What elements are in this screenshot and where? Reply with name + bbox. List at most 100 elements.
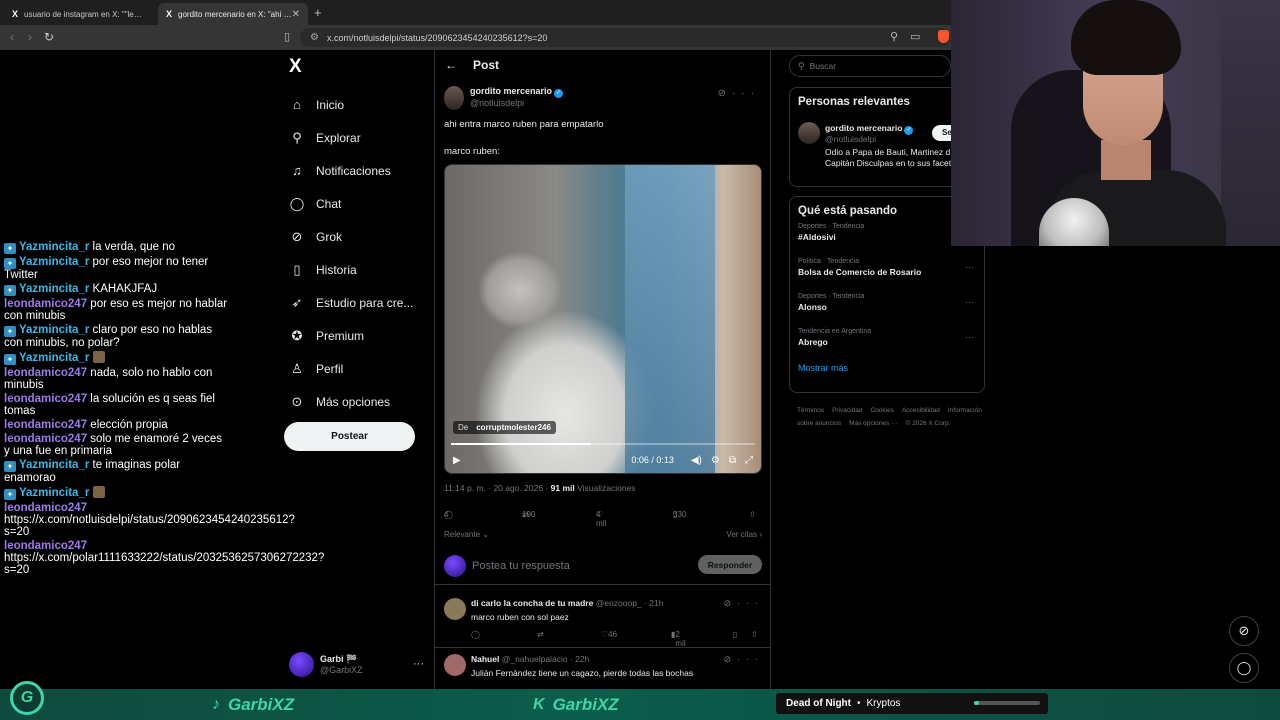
more-icon[interactable]: ···	[737, 598, 764, 608]
avatar[interactable]	[444, 654, 466, 676]
forward-icon[interactable]: ›	[28, 30, 32, 44]
sort-dropdown[interactable]: Relevante ⌄	[444, 530, 489, 539]
back-arrow-icon[interactable]: ←	[445, 58, 457, 72]
sidebar-item-bookmark[interactable]: ▯ Historia	[289, 253, 413, 286]
sidebar-item-home[interactable]: ⌂ Inicio	[289, 88, 413, 121]
messages-fab-icon[interactable]: ◯	[1229, 653, 1259, 683]
more-icon[interactable]: ···	[413, 658, 424, 670]
brave-shield-icon[interactable]	[938, 30, 949, 43]
more-icon[interactable]: ···	[965, 262, 974, 272]
person-name[interactable]: gordito mercenario	[825, 123, 902, 133]
more-icon[interactable]: ···	[732, 88, 760, 99]
bookmark-icon[interactable]: ▯	[284, 30, 290, 43]
chat-username[interactable]: Yazmincita_r	[19, 459, 89, 471]
sidebar-item-premium[interactable]: ✪ Premium	[289, 319, 413, 352]
chat-username[interactable]: leondamico247	[4, 540, 87, 552]
sidebar-item-rocket[interactable]: ➶ Estudio para cre...	[289, 286, 414, 319]
settings-icon[interactable]: ⚙	[711, 455, 720, 466]
sidebar-item-bell[interactable]: ♫ Notificaciones	[289, 154, 413, 187]
zoom-icon[interactable]: ⚲	[890, 30, 898, 43]
play-icon[interactable]: ▶	[453, 455, 461, 466]
video-progress[interactable]	[451, 443, 755, 445]
view-quotes-link[interactable]: Ver citas ›	[726, 530, 762, 539]
post-button[interactable]: Postear	[284, 422, 415, 451]
chat-username[interactable]: leondamico247	[4, 393, 87, 405]
reply-submit-button[interactable]: Responder	[698, 555, 762, 574]
trend-item[interactable]: Tendencia en Argentina Abrego ···	[790, 326, 984, 361]
reply-author[interactable]: Nahuel	[471, 654, 499, 664]
footer-link[interactable]: Cookies	[870, 407, 893, 414]
repost-icon[interactable]: ⇄	[537, 630, 544, 639]
account-switcher[interactable]: Garbi 🏁 @GarbiXZ	[289, 652, 363, 677]
footer-link[interactable]: © 2026 X Corp.	[906, 420, 951, 427]
pip-icon[interactable]: ⧉	[729, 455, 736, 466]
bookmark-icon[interactable]: ▯	[733, 630, 737, 639]
chat-username[interactable]: Yazmincita_r	[19, 256, 89, 268]
sidebar-item-grok[interactable]: ⊘ Grok	[289, 220, 413, 253]
chat-username[interactable]: leondamico247	[4, 502, 87, 514]
avatar[interactable]	[444, 598, 466, 620]
fullscreen-icon[interactable]: ⤢	[745, 455, 753, 466]
post-timestamp[interactable]: 11:14 p. m. · 20 ago. 2026 ·	[444, 483, 551, 493]
new-tab-icon[interactable]: +	[314, 5, 322, 20]
chat-username[interactable]: Yazmincita_r	[19, 352, 89, 364]
reply-icon[interactable]: ◯	[471, 630, 480, 639]
share-icon[interactable]: ⇧	[749, 510, 756, 519]
video-player[interactable]: De corruptmolester246 ▶ 0:06 / 0:13 ◀) ⚙ …	[444, 164, 762, 474]
cast-icon[interactable]: ▭	[910, 30, 920, 43]
grok-icon[interactable]: ⊘	[723, 598, 737, 608]
footer-link[interactable]: Accesibilidad	[902, 407, 940, 414]
sidebar-item-label: Inicio	[316, 97, 345, 112]
grok-icon[interactable]: ⊘	[718, 88, 732, 99]
search-input[interactable]: ⚲ Buscar	[789, 55, 951, 77]
more-icon[interactable]: ···	[965, 297, 974, 307]
chat-username[interactable]: leondamico247	[4, 367, 87, 379]
post-author[interactable]: gordito mercenario ✓ @notluisdelpi	[444, 86, 564, 110]
trend-name: Abrego	[798, 337, 828, 347]
more-icon[interactable]: ···	[737, 654, 764, 664]
sidebar-item-search[interactable]: ⚲ Explorar	[289, 121, 413, 154]
reply-item[interactable]: di carlo la concha de tu madre @enzooop_…	[435, 592, 770, 648]
author-name[interactable]: gordito mercenario	[470, 86, 552, 96]
browser-tab[interactable]: X usuario de instagram en X: ""le mand	[4, 3, 156, 25]
reload-icon[interactable]: ↻	[44, 30, 54, 44]
trend-item[interactable]: Deportes · Tendencia Alonso ···	[790, 291, 984, 326]
address-bar[interactable]: ⚙ x.com/notluisdelpi/status/209062345424…	[300, 28, 950, 47]
footer-link[interactable]: Más opciones ···	[849, 420, 897, 427]
chat-username[interactable]: Yazmincita_r	[19, 283, 89, 295]
video-source-label[interactable]: De corruptmolester246	[453, 421, 556, 434]
sub-badge-icon: ✦	[4, 243, 16, 254]
chat-username[interactable]: Yazmincita_r	[19, 487, 89, 499]
back-icon[interactable]: ‹	[10, 30, 14, 44]
sidebar-item-more[interactable]: ⊙ Más opciones	[289, 385, 413, 418]
more-icon[interactable]: ···	[965, 332, 974, 342]
browser-tab-active[interactable]: X gordito mercenario en X: "ahi en ✕	[158, 3, 308, 25]
reply-author[interactable]: di carlo la concha de tu madre	[471, 598, 593, 608]
chat-username[interactable]: Yazmincita_r	[19, 324, 89, 336]
close-icon[interactable]: ✕	[292, 9, 300, 20]
chat-username[interactable]: leondamico247	[4, 419, 87, 431]
avatar[interactable]	[444, 86, 464, 110]
chat-username[interactable]: Yazmincita_r	[19, 241, 89, 253]
grok-fab-icon[interactable]: ⊘	[1229, 616, 1259, 646]
reply-input[interactable]: Postea tu respuesta	[472, 560, 570, 572]
person-handle[interactable]: @notluisdelpi	[825, 134, 876, 144]
x-home-logo[interactable]: X	[289, 56, 302, 78]
like-button[interactable]: ♡ 46	[601, 630, 617, 639]
footer-link[interactable]: Términos	[797, 407, 824, 414]
sidebar-item-profile[interactable]: ♙ Perfil	[289, 352, 413, 385]
avatar[interactable]	[798, 122, 820, 144]
grok-icon[interactable]: ⊘	[723, 654, 737, 664]
footer-link[interactable]: Privacidad	[832, 407, 862, 414]
views-button[interactable]: ▮ 2 mil	[671, 630, 686, 648]
reply-item[interactable]: Nahuel @_nahuelpalacio · 22h ⊘··· Julián F…	[435, 648, 770, 690]
share-icon[interactable]: ⇧	[751, 630, 758, 639]
chat-username[interactable]: leondamico247	[4, 433, 87, 445]
chat-username[interactable]: leondamico247	[4, 298, 87, 310]
sidebar-item-chat[interactable]: ◯ Chat	[289, 187, 413, 220]
site-info-icon[interactable]: ⚙	[310, 32, 319, 43]
trend-item[interactable]: Política · Tendencia Bolsa de Comercio de…	[790, 256, 984, 291]
author-handle[interactable]: @notluisdelpi	[470, 98, 563, 108]
volume-icon[interactable]: ◀)	[691, 455, 702, 466]
show-more-link[interactable]: Mostrar más	[790, 361, 984, 383]
